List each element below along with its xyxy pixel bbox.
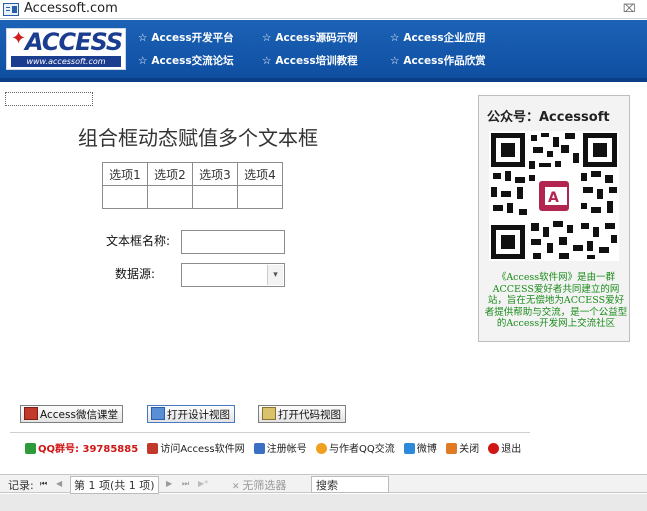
filter-icon: ✕ [232,482,243,492]
design-view-icon [151,407,165,420]
exit-icon [488,443,500,454]
close-box-icon [446,443,458,454]
qq-penguin-icon [315,443,327,454]
next-record-icon[interactable]: ▶ [166,479,172,488]
option-header-4: 选项4 [237,162,283,186]
qq-group-link[interactable]: QQ群号: 39785885 [25,443,138,455]
textbox-name-label: 文本框名称: [106,234,171,248]
datasource-combobox[interactable]: ▾ [181,263,285,287]
site-header: ✦ ACCESS www.accessoft.com ☆ Access开发平台 ☆… [0,20,647,82]
star-icon: ☆ [138,32,148,44]
qr-code-image: A [489,131,619,261]
svg-text:A: A [548,190,559,206]
status-bar [0,494,647,511]
qr-panel: 公众号：Accessoft A 《Access软件网》是由一群ACCESS爱好者… [478,95,630,342]
star-icon: ☆ [262,55,272,67]
nav-link-training[interactable]: ☆ Access培训教程 [262,53,358,68]
logo-text: ACCESS [25,28,123,56]
qq-chat-link[interactable]: 与作者QQ交流 [315,443,395,455]
weibo-icon [403,443,415,454]
open-design-view-button[interactable]: 打开设计视图 [147,405,235,423]
option-field-2[interactable] [147,185,193,209]
app-icon [3,3,19,16]
weibo-link[interactable]: 微博 [403,443,437,455]
users-icon [253,443,265,454]
first-record-icon[interactable]: ⏮ [40,479,47,489]
option-field-3[interactable] [192,185,238,209]
wechat-class-button[interactable]: Access微信课堂 [20,405,123,423]
logo-url: www.accessoft.com [11,56,121,67]
no-filter-button[interactable]: ✕ 无筛选器 [232,477,286,493]
option-header-1: 选项1 [102,162,148,186]
star-icon: ☆ [390,32,400,44]
close-link[interactable]: 关闭 [446,443,479,455]
access-app-icon [24,407,38,420]
record-selector[interactable] [5,92,93,106]
option-field-1[interactable] [102,185,148,209]
record-position-input[interactable]: 第 1 项(共 1 项) [70,476,159,494]
nav-link-source-examples[interactable]: ☆ Access源码示例 [262,30,358,45]
links-bar: QQ群号: 39785885 访问Access软件网 注册帐号 与作者QQ交流 … [25,440,527,455]
visit-site-link[interactable]: 访问Access软件网 [147,443,245,455]
nav-link-forum[interactable]: ☆ Access交流论坛 [138,53,234,68]
register-link[interactable]: 注册帐号 [253,443,307,455]
search-input[interactable]: 搜索 [311,476,389,493]
chevron-down-icon[interactable]: ▾ [267,265,283,285]
code-view-icon [262,407,276,420]
qr-description: 《Access软件网》是由一群ACCESS爱好者共同建立的网站，旨在无偿地为AC… [484,272,628,329]
record-navigation-bar: 记录: ⏮ ◀ 第 1 项(共 1 项) ▶ ⏭ ▶* ✕ 无筛选器 搜索 [0,474,647,494]
form-title: 组合框动态赋值多个文本框 [78,126,318,150]
nav-link-showcase[interactable]: ☆ Access作品欣赏 [390,53,486,68]
new-record-icon[interactable]: ▶* [198,479,208,488]
open-code-view-button[interactable]: 打开代码视图 [258,405,346,423]
window-titlebar: Accessoft.com ⌧ [0,0,647,19]
access-logo[interactable]: ✦ ACCESS www.accessoft.com [6,28,126,70]
star-icon: ☆ [138,55,148,67]
previous-record-icon[interactable]: ◀ [56,479,62,488]
star-icon: ☆ [390,55,400,67]
datasource-label: 数据源: [115,267,156,281]
qq-group-icon [25,443,36,454]
window-title: Accessoft.com [24,1,118,16]
exit-link[interactable]: 退出 [488,443,521,455]
options-table: 选项1 选项2 选项3 选项4 [102,162,283,209]
qr-title: 公众号：Accessoft [487,110,610,125]
option-header-3: 选项3 [192,162,238,186]
option-header-2: 选项2 [147,162,193,186]
nav-link-dev-platform[interactable]: ☆ Access开发平台 [138,30,234,45]
access-icon [147,443,159,454]
nav-link-enterprise-apps[interactable]: ☆ Access企业应用 [390,30,486,45]
record-label: 记录: [8,479,34,492]
star-icon: ☆ [262,32,272,44]
divider [10,432,530,433]
textbox-name-input[interactable] [181,230,285,254]
option-field-4[interactable] [237,185,283,209]
close-icon[interactable]: ⌧ [623,2,636,15]
last-record-icon[interactable]: ⏭ [182,479,189,489]
